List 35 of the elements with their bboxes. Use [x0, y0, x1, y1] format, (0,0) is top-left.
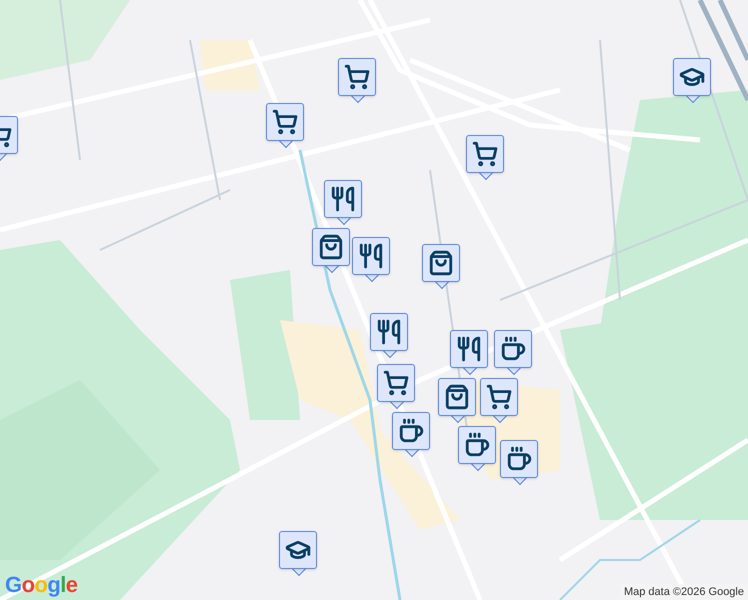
shopping-cart-icon: [272, 109, 298, 135]
map-pin[interactable]: [673, 58, 711, 104]
map-pin[interactable]: [352, 237, 390, 283]
fork-knife-icon: [358, 243, 384, 269]
map-pin[interactable]: [500, 440, 538, 486]
shopping-bag-icon: [444, 384, 470, 410]
coffee-cup-icon: [398, 418, 424, 444]
map-pin[interactable]: [266, 103, 304, 149]
map-pin[interactable]: [312, 228, 350, 274]
coffee-cup-icon: [464, 432, 490, 458]
shopping-bag-icon: [318, 234, 344, 260]
google-logo: Google: [5, 574, 78, 596]
shopping-cart-icon: [344, 64, 370, 90]
shopping-bag-icon: [428, 250, 454, 276]
map-pin[interactable]: [324, 180, 362, 226]
shopping-cart-icon: [486, 384, 512, 410]
map-pin[interactable]: [494, 330, 532, 376]
coffee-cup-icon: [500, 336, 526, 362]
fork-knife-icon: [376, 319, 402, 345]
map-pin[interactable]: [338, 58, 376, 104]
map-pin[interactable]: [466, 135, 504, 181]
map-pin[interactable]: [438, 378, 476, 424]
map-pin[interactable]: [450, 330, 488, 376]
map-pin[interactable]: [392, 412, 430, 458]
coffee-cup-icon: [506, 446, 532, 472]
shopping-cart-icon: [383, 370, 409, 396]
map-pin[interactable]: [422, 244, 460, 290]
map-pin[interactable]: [377, 364, 415, 410]
shopping-cart-icon: [472, 141, 498, 167]
map-pin[interactable]: [458, 426, 496, 472]
map-pin[interactable]: [370, 313, 408, 359]
map-pin[interactable]: [279, 531, 317, 577]
fork-knife-icon: [330, 186, 356, 212]
map-pin[interactable]: [480, 378, 518, 424]
fork-knife-icon: [456, 336, 482, 362]
